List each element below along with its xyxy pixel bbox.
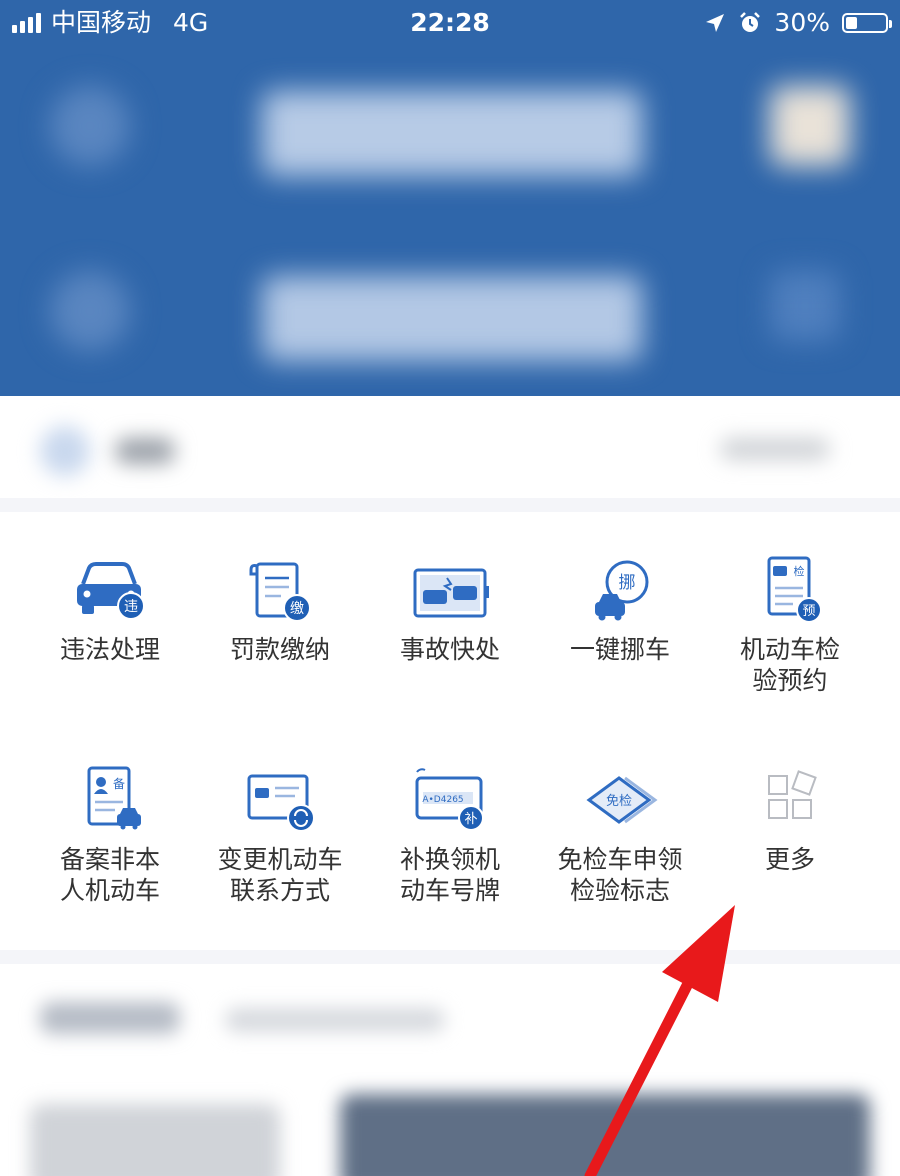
service-label: 违法处理	[59, 635, 160, 664]
alarm-icon	[740, 12, 761, 32]
svg-text:免检: 免检	[606, 794, 632, 809]
service-inspection-exempt-label[interactable]: 免检 免检车申领 检验标志	[535, 766, 705, 906]
service-label: 变更机动车 联系方式	[217, 845, 343, 905]
service-move-car[interactable]: 挪 一键挪车	[535, 556, 705, 665]
svg-text:违: 违	[124, 599, 138, 615]
accident-icon	[413, 568, 489, 618]
blurred-content-section	[0, 964, 900, 1176]
svg-text:缴: 缴	[290, 601, 304, 617]
service-inspection-booking[interactable]: 检 预 机动车检 验预约	[705, 556, 875, 696]
service-label: 罚款缴纳	[229, 635, 330, 664]
blurred-account-info	[0, 46, 900, 420]
service-fine-payment[interactable]: 缴 罚款缴纳	[195, 556, 365, 665]
service-more[interactable]: 更多	[705, 766, 875, 875]
inspection-exempt-icon: 免检	[586, 776, 658, 824]
header-banner: 中国移动 4G 22:28 30%	[0, 0, 900, 420]
service-violation-handling[interactable]: 违 违法处理	[25, 556, 195, 665]
blurred-notice-bar	[0, 396, 900, 498]
svg-text:预: 预	[802, 604, 815, 619]
contact-change-icon	[247, 774, 315, 832]
service-label: 更多	[764, 845, 815, 874]
battery-icon	[842, 13, 892, 33]
service-label: 一键挪车	[569, 635, 670, 664]
service-label: 备案非本 人机动车	[59, 845, 160, 905]
service-label: 补换领机 动车号牌	[399, 845, 500, 905]
svg-text:检: 检	[794, 564, 805, 578]
battery-percent: 30%	[774, 8, 830, 37]
svg-text:补: 补	[464, 812, 477, 827]
service-grid: 违 违法处理 缴 罚款缴纳 事故快处 挪 一键挪车 检 预 机动车检 验预约 备…	[0, 512, 900, 950]
vehicle-registration-icon: 备	[87, 766, 141, 830]
status-bar: 中国移动 4G 22:28 30%	[0, 0, 900, 46]
service-replace-license-plate[interactable]: A•D4265 补 补换领机 动车号牌	[365, 766, 535, 906]
service-label: 机动车检 验预约	[739, 635, 840, 695]
move-car-icon: 挪	[595, 560, 649, 621]
svg-text:挪: 挪	[619, 573, 636, 593]
service-accident-handling[interactable]: 事故快处	[365, 556, 535, 665]
service-change-contact[interactable]: 变更机动车 联系方式	[195, 766, 365, 906]
fine-payment-icon: 缴	[249, 562, 311, 622]
service-label: 免检车申领 检验标志	[557, 845, 683, 905]
svg-text:A•D4265: A•D4265	[422, 795, 463, 805]
inspection-booking-icon: 检 预	[767, 556, 822, 623]
service-register-others-vehicle[interactable]: 备 备案非本 人机动车	[25, 766, 195, 906]
location-icon	[706, 14, 725, 32]
svg-text:备: 备	[113, 777, 125, 791]
service-label: 事故快处	[399, 635, 500, 664]
more-grid-icon	[768, 770, 817, 819]
car-violation-icon: 违	[77, 562, 145, 620]
license-plate-icon: A•D4265 补	[415, 768, 484, 831]
